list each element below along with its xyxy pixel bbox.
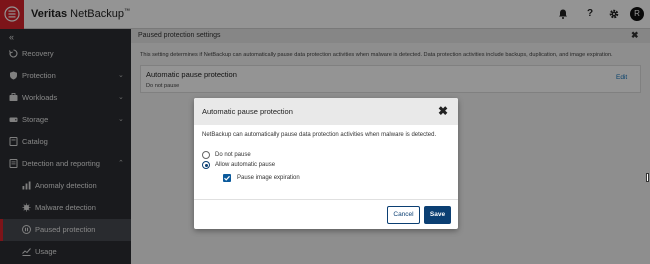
checkbox-label: Pause image expiration: [237, 175, 300, 181]
divider: [194, 199, 458, 200]
automatic-pause-dialog: Automatic pause protection ✖ NetBackup c…: [194, 98, 458, 229]
radio-do-not-pause[interactable]: [202, 151, 210, 159]
dialog-description: NetBackup can automatically pause data p…: [202, 132, 437, 138]
text-cursor-icon: [646, 173, 649, 182]
radio-label: Allow automatic pause: [215, 162, 276, 168]
save-button[interactable]: Save: [424, 206, 451, 224]
close-icon[interactable]: ✖: [438, 104, 448, 118]
dialog-title: Automatic pause protection: [202, 107, 293, 116]
checkmark-icon: [224, 175, 230, 181]
dialog-header: Automatic pause protection ✖: [194, 98, 458, 125]
radio-label: Do not pause: [215, 152, 251, 158]
radio-allow-automatic-pause[interactable]: [202, 161, 210, 169]
pause-image-expiration-checkbox[interactable]: [223, 174, 231, 182]
cancel-button[interactable]: Cancel: [387, 206, 420, 224]
